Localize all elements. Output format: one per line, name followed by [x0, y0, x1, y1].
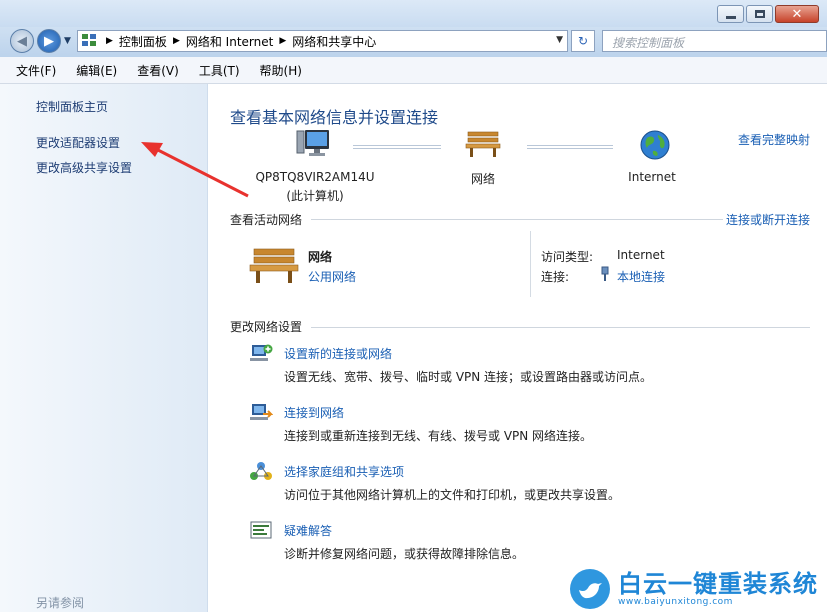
page-title: 查看基本网络信息并设置连接 — [230, 108, 439, 127]
computer-icon — [296, 130, 329, 156]
homegroup-sharing-icon — [250, 462, 272, 480]
breadcrumb-network-internet[interactable]: 网络和 Internet — [186, 33, 273, 50]
search-input[interactable]: 搜索控制面板 — [602, 30, 827, 52]
breadcrumb-separator-icon[interactable]: ▶ — [173, 36, 180, 46]
ethernet-icon — [601, 266, 609, 282]
sidebar-link-control-panel-home[interactable]: 控制面板主页 — [36, 98, 108, 115]
computer-name-label: QP8TQ8VIR2AM14U — [255, 170, 375, 184]
close-icon: ✕ — [791, 6, 803, 22]
task-connect-network-link[interactable]: 连接到网络 — [284, 404, 344, 421]
task-homegroup-description: 访问位于其他网络计算机上的文件和打印机，或更改共享设置。 — [284, 488, 621, 502]
menu-help[interactable]: 帮助(H) — [250, 62, 312, 79]
network-type-link[interactable]: 公用网络 — [308, 268, 356, 285]
network-label: 网络 — [470, 172, 495, 186]
minimize-icon — [725, 15, 736, 19]
access-type-value: Internet — [617, 248, 665, 262]
see-also-heading: 另请参阅 — [36, 596, 85, 610]
active-network-heading: 查看活动网络 — [230, 213, 303, 227]
watermark-url: www.baiyunxitong.com — [618, 597, 733, 607]
section-divider — [311, 219, 723, 220]
forward-button[interactable]: ▶ — [37, 29, 61, 53]
breadcrumb-network-sharing-center[interactable]: 网络和共享中心 — [292, 33, 376, 50]
section-divider — [311, 327, 810, 328]
address-dropdown-icon[interactable]: ▼ — [556, 35, 563, 45]
bird-logo-icon — [570, 569, 610, 609]
breadcrumb-control-panel[interactable]: 控制面板 — [119, 33, 167, 50]
connect-disconnect-link[interactable]: 连接或断开连接 — [726, 211, 810, 228]
menu-view[interactable]: 查看(V) — [127, 62, 189, 79]
task-connect-network-description: 连接到或重新连接到无线、有线、拨号或 VPN 网络连接。 — [284, 429, 593, 443]
task-homegroup-link[interactable]: 选择家庭组和共享选项 — [284, 463, 404, 480]
new-connection-icon — [250, 344, 273, 361]
view-full-map-link[interactable]: 查看完整映射 — [738, 131, 810, 148]
navigation-bar: ◀ ▶ ▼ ▶ 控制面板 ▶ 网络和 Internet ▶ 网络和共享中心 ▼ … — [0, 27, 827, 57]
sidebar-link-change-advanced-sharing[interactable]: 更改高级共享设置 — [36, 159, 132, 176]
menu-tools[interactable]: 工具(T) — [189, 62, 250, 79]
task-troubleshoot-description: 诊断并修复网络问题，或获得故障排除信息。 — [284, 547, 525, 561]
connect-network-icon — [250, 404, 273, 420]
internet-label: Internet — [628, 170, 676, 184]
breadcrumb-separator-icon[interactable]: ▶ — [106, 36, 113, 46]
this-computer-label: (此计算机) — [286, 189, 344, 203]
arrow-left-icon: ◀ — [17, 33, 27, 49]
control-panel-icon — [82, 34, 98, 48]
breadcrumb-separator-icon[interactable]: ▶ — [279, 36, 286, 46]
maximize-button[interactable] — [746, 5, 773, 23]
connection-line — [527, 145, 613, 149]
troubleshoot-icon — [250, 521, 272, 539]
sidebar-link-change-adapter-settings[interactable]: 更改适配器设置 — [36, 134, 120, 151]
active-network-name: 网络 — [308, 250, 333, 264]
access-type-label: 访问类型: — [541, 250, 594, 264]
local-connection-link[interactable]: 本地连接 — [617, 268, 665, 285]
close-button[interactable]: ✕ — [775, 5, 819, 23]
minimize-button[interactable] — [717, 5, 744, 23]
menu-edit[interactable]: 编辑(E) — [66, 62, 127, 79]
task-troubleshoot-link[interactable]: 疑难解答 — [284, 522, 332, 539]
refresh-button[interactable]: ↻ — [571, 30, 595, 52]
connection-label: 连接: — [541, 270, 570, 284]
arrow-right-icon: ▶ — [44, 33, 54, 49]
network-bench-icon — [249, 248, 299, 283]
back-button[interactable]: ◀ — [10, 29, 34, 53]
address-bar[interactable]: ▶ 控制面板 ▶ 网络和 Internet ▶ 网络和共享中心 ▼ — [77, 30, 568, 52]
internet-globe-icon — [640, 130, 670, 160]
task-new-connection-description: 设置无线、宽带、拨号、临时或 VPN 连接；或设置路由器或访问点。 — [284, 370, 653, 384]
network-bench-icon — [465, 131, 501, 157]
menu-bar: 文件(F) 编辑(E) 查看(V) 工具(T) 帮助(H) — [0, 57, 827, 84]
watermark-title: 白云一键重装系统 — [618, 570, 818, 598]
title-bar: ✕ — [0, 0, 827, 27]
refresh-icon: ↻ — [577, 34, 589, 48]
sidebar: 控制面板主页 更改适配器设置 更改高级共享设置 另请参阅 — [0, 84, 208, 612]
change-settings-heading: 更改网络设置 — [230, 320, 303, 334]
menu-file[interactable]: 文件(F) — [6, 62, 66, 79]
window-controls: ✕ — [717, 5, 819, 23]
recent-pages-dropdown[interactable]: ▼ — [64, 36, 71, 46]
connection-line — [353, 145, 441, 149]
watermark: 白云一键重装系统 www.baiyunxitong.com — [570, 566, 827, 612]
maximize-icon — [754, 10, 765, 18]
task-new-connection-link[interactable]: 设置新的连接或网络 — [284, 345, 392, 362]
vertical-divider — [530, 231, 531, 297]
main-content: 查看基本网络信息并设置连接 查看完整映射 QP8TQ8VIR2AM14U (此计… — [209, 84, 827, 612]
